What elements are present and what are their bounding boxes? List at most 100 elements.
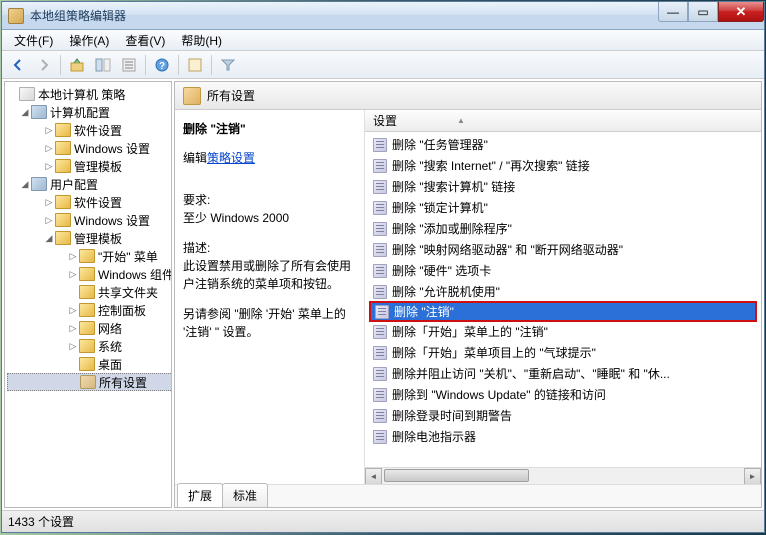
tree-twisty[interactable]: ▷ [67, 341, 79, 352]
list-item[interactable]: 删除 "锁定计算机" [369, 197, 757, 218]
desc-req-text: 至少 Windows 2000 [183, 209, 356, 227]
tree-twisty[interactable]: ▷ [43, 161, 55, 172]
minimize-button[interactable]: — [658, 2, 688, 22]
details-main: 删除 "注销" 编辑策略设置 要求:至少 Windows 2000 描述:此设置… [175, 110, 761, 484]
export-button[interactable] [117, 54, 141, 76]
separator [211, 55, 212, 75]
tree-pane[interactable]: 本地计算机 策略 ◢计算机配置 ▷软件设置 ▷Windows 设置 ▷管理模板 … [4, 81, 172, 508]
svg-text:?: ? [159, 61, 165, 72]
horizontal-scrollbar[interactable]: ◄ ► [365, 467, 761, 484]
list-column-header[interactable]: 设置 ▲ [365, 110, 761, 132]
maximize-button[interactable]: ▭ [688, 2, 718, 22]
tree-twisty[interactable]: ◢ [43, 233, 55, 244]
list-item[interactable]: 删除登录时间到期警告 [369, 405, 757, 426]
config-icon [31, 105, 47, 119]
desc-desc-text: 此设置禁用或删除了所有会使用户注销系统的菜单项和按钮。 [183, 257, 356, 293]
list-item[interactable]: 删除 "任务管理器" [369, 134, 757, 155]
folder-icon [79, 339, 95, 353]
tree-label: 共享文件夹 [98, 284, 158, 301]
tree-item[interactable]: ▷管理模板 [7, 157, 172, 175]
tree-item[interactable]: ▷软件设置 [7, 193, 172, 211]
tree-user-config[interactable]: ◢用户配置 [7, 175, 172, 193]
tree-root[interactable]: 本地计算机 策略 [7, 85, 172, 103]
policy-settings-link[interactable]: 策略设置 [207, 149, 255, 167]
policy-item-icon [373, 264, 387, 278]
list-item[interactable]: 删除「开始」菜单项目上的 "气球提示" [369, 342, 757, 363]
up-button[interactable] [65, 54, 89, 76]
tree-label: 控制面板 [98, 302, 146, 319]
folder-icon [79, 249, 95, 263]
config-icon [31, 177, 47, 191]
tree-item[interactable]: ▷系统 [7, 337, 172, 355]
tree-twisty[interactable]: ▷ [67, 323, 79, 334]
properties-button[interactable] [183, 54, 207, 76]
tree-item[interactable]: ▷Windows 组件 [7, 265, 172, 283]
tree-twisty[interactable]: ▷ [67, 269, 79, 280]
tab-extended[interactable]: 扩展 [177, 483, 223, 508]
scroll-thumb[interactable] [384, 469, 529, 482]
tree-twisty[interactable]: ▷ [43, 143, 55, 154]
tree-item[interactable]: ▷软件设置 [7, 121, 172, 139]
close-button[interactable]: ✕ [718, 2, 764, 22]
tree-all-settings[interactable]: 所有设置 [7, 373, 172, 391]
policy-item-icon [373, 159, 387, 173]
description-pane: 删除 "注销" 编辑策略设置 要求:至少 Windows 2000 描述:此设置… [175, 110, 365, 484]
window-buttons: — ▭ ✕ [658, 2, 764, 22]
policy-item-icon [375, 305, 389, 319]
show-hide-tree-button[interactable] [91, 54, 115, 76]
list-item[interactable]: 删除电池指示器 [369, 426, 757, 447]
list-item[interactable]: 删除 "映射网络驱动器" 和 "断开网络驱动器" [369, 239, 757, 260]
tree-label: Windows 设置 [74, 140, 150, 157]
tree-item[interactable]: ▷ Windows 设置 [7, 139, 172, 157]
tree-item[interactable]: 桌面 [7, 355, 172, 373]
tree-item[interactable]: ▷Windows 设置 [7, 211, 172, 229]
tree-twisty[interactable]: ▷ [43, 215, 55, 226]
list-item[interactable]: 删除并阻止访问 "关机"、"重新启动"、"睡眠" 和 "休... [369, 363, 757, 384]
list-item-label: 删除 "注销" [394, 303, 454, 320]
tab-standard[interactable]: 标准 [222, 483, 268, 507]
tree-computer-config[interactable]: ◢计算机配置 [7, 103, 172, 121]
menu-action[interactable]: 操作(A) [61, 30, 117, 51]
policy-item-icon [373, 180, 387, 194]
menu-help[interactable]: 帮助(H) [173, 30, 230, 51]
tree-item[interactable]: 共享文件夹 [7, 283, 172, 301]
list-item-label: 删除 "添加或删除程序" [392, 220, 512, 237]
help-button[interactable]: ? [150, 54, 174, 76]
list-item[interactable]: 删除 "注销" [369, 301, 757, 322]
list-item[interactable]: 删除到 "Windows Update" 的链接和访问 [369, 384, 757, 405]
tree-item[interactable]: ▷网络 [7, 319, 172, 337]
tree-twisty[interactable]: ▷ [43, 125, 55, 136]
filter-button[interactable] [216, 54, 240, 76]
scroll-track[interactable] [382, 468, 744, 484]
tree-label: 所有设置 [99, 374, 147, 391]
tree-twisty[interactable]: ▷ [43, 197, 55, 208]
menu-view[interactable]: 查看(V) [117, 30, 173, 51]
list-item-label: 删除登录时间到期警告 [392, 407, 512, 424]
back-button[interactable] [6, 54, 30, 76]
list-item-label: 删除电池指示器 [392, 428, 476, 445]
policy-item-icon [373, 388, 387, 402]
list-item-label: 删除「开始」菜单上的 "注销" [392, 323, 548, 340]
list-item[interactable]: 删除 "硬件" 选项卡 [369, 260, 757, 281]
titlebar: 本地组策略编辑器 — ▭ ✕ [2, 2, 764, 30]
tree-twisty[interactable]: ▷ [67, 305, 79, 316]
tree-twisty[interactable]: ▷ [67, 251, 79, 262]
forward-button[interactable] [32, 54, 56, 76]
tree-admin-templates[interactable]: ◢管理模板 [7, 229, 172, 247]
tree-item[interactable]: ▷ 控制面板 [7, 301, 172, 319]
tree-item[interactable]: ▷"开始" 菜单 [7, 247, 172, 265]
list-item[interactable]: 删除 "搜索 Internet" / "再次搜索" 链接 [369, 155, 757, 176]
tree-twisty[interactable]: ◢ [19, 179, 31, 190]
policy-item-icon [373, 430, 387, 444]
window-title: 本地组策略编辑器 [30, 7, 658, 24]
scroll-right-button[interactable]: ► [744, 468, 761, 484]
tree-twisty[interactable]: ◢ [19, 107, 31, 118]
content-area: 本地计算机 策略 ◢计算机配置 ▷软件设置 ▷Windows 设置 ▷管理模板 … [2, 79, 764, 510]
list-item[interactable]: 删除 "添加或删除程序" [369, 218, 757, 239]
list-item[interactable]: 删除「开始」菜单上的 "注销" [369, 321, 757, 342]
menu-file[interactable]: 文件(F) [6, 30, 61, 51]
list-item[interactable]: 删除 "搜索计算机" 链接 [369, 176, 757, 197]
scroll-left-button[interactable]: ◄ [365, 468, 382, 484]
settings-list[interactable]: 删除 "任务管理器"删除 "搜索 Internet" / "再次搜索" 链接删除… [365, 132, 761, 467]
list-item[interactable]: 删除 "允许脱机使用" [369, 281, 757, 302]
